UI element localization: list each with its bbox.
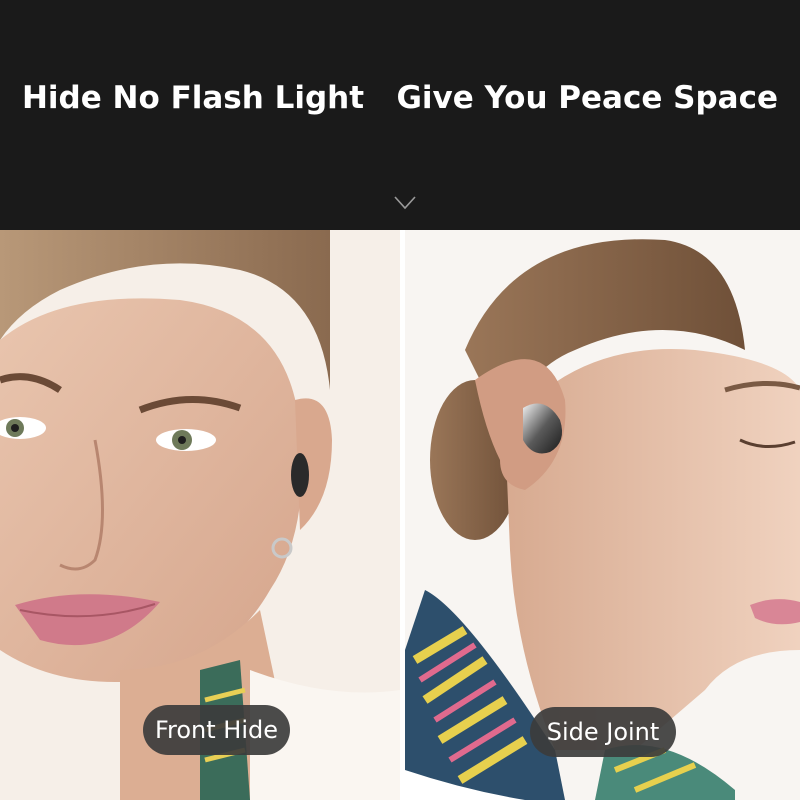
- side-joint-label: Side Joint: [530, 707, 676, 757]
- chevron-down-icon: [394, 196, 416, 210]
- front-hide-label: Front Hide: [143, 705, 290, 755]
- headline-text: Hide No Flash Light Give You Peace Space: [21, 80, 779, 116]
- product-page: Hide No Flash Light Give You Peace Space: [0, 0, 800, 800]
- headline-banner: Hide No Flash Light Give You Peace Space: [0, 0, 800, 230]
